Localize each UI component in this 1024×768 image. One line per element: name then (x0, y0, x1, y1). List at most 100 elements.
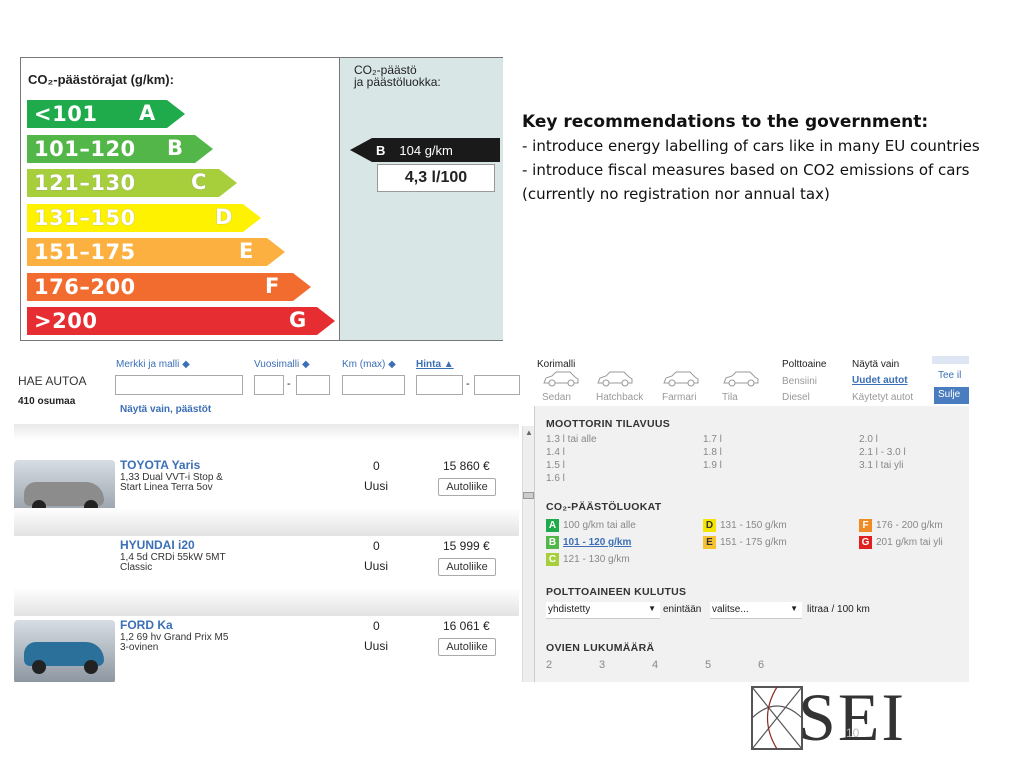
fuel-consumption-title: POLTTOAINEEN KULUTUS (546, 586, 687, 598)
km-max-input[interactable] (342, 375, 405, 395)
dealer-button[interactable]: Autoliike (438, 478, 496, 496)
class-letter: B (167, 135, 184, 160)
show-only-emissions-link[interactable]: Näytä vain, päästöt (120, 404, 211, 415)
body-type-hatchback[interactable]: Hatchback (596, 370, 646, 403)
car-photo[interactable] (14, 620, 115, 682)
list-scrollbar[interactable]: ▲ (522, 426, 534, 682)
co2-class-a[interactable]: A 100 g/km tai alle (546, 519, 636, 532)
fuel-max-label: enintään (663, 604, 702, 615)
fuel-unit: litraa / 100 km (807, 604, 870, 615)
page-number: 10 (846, 726, 860, 740)
price-from-input[interactable] (416, 375, 463, 395)
emission-class-d: 131–150 D (27, 203, 261, 232)
door-option[interactable]: 2 (546, 659, 552, 671)
co2-title: CO₂-PÄÄSTÖLUOKAT (546, 501, 662, 513)
class-letter: D (215, 204, 233, 229)
sort-year[interactable]: Vuosimalli ◆ (254, 359, 310, 370)
engine-option[interactable]: 1.7 l (703, 434, 722, 445)
door-option[interactable]: 5 (705, 659, 711, 671)
door-option[interactable]: 3 (599, 659, 605, 671)
car-search-screenshot: HAE AUTOA 410 osumaa Merkki ja malli ◆ V… (14, 356, 969, 682)
car-condition: Uusi (364, 559, 389, 573)
year-to-input[interactable] (296, 375, 330, 395)
co2-range: 201 g/km tai yli (876, 537, 943, 549)
sort-price[interactable]: Hinta ▲ (416, 359, 454, 370)
co2-class-d[interactable]: D 131 - 150 g/km (703, 519, 787, 532)
energy-label: CO₂-päästörajat (g/km): <101 A 101–120 B 121… (20, 57, 503, 341)
engine-option[interactable]: 1.3 l tai alle (546, 434, 597, 445)
scroll-up-icon[interactable]: ▲ (525, 428, 534, 437)
co2-swatch: G (859, 536, 872, 549)
co2-class-f[interactable]: F 176 - 200 g/km (859, 519, 943, 532)
car-km: 0 (373, 459, 380, 473)
engine-option[interactable]: 1.6 l (546, 473, 565, 484)
car-name[interactable]: HYUNDAI i20 (120, 538, 195, 552)
class-arrow-tip (317, 307, 335, 335)
class-arrow-tip (243, 203, 261, 232)
scroll-thumb[interactable] (523, 492, 534, 499)
co2-class-c[interactable]: C 121 - 130 g/km (546, 553, 630, 566)
make-model-input[interactable] (115, 375, 243, 395)
year-dash: - (287, 378, 291, 390)
class-arrow-tip (195, 134, 213, 163)
car-outline-icon (663, 371, 699, 387)
co2-class-g[interactable]: G 201 g/km tai yli (859, 536, 943, 549)
engine-option[interactable]: 1.8 l (703, 447, 722, 458)
car-name[interactable]: FORD Ka (120, 618, 173, 632)
class-arrow-tip (293, 272, 311, 301)
engine-option[interactable]: 2.1 l - 3.0 l (859, 447, 906, 458)
co2-swatch: B (546, 536, 559, 549)
engine-option[interactable]: 3.1 l tai yli (859, 460, 903, 471)
engine-title: MOOTTORIN TILAVUUS (546, 418, 671, 430)
co2-class-e[interactable]: E 151 - 175 g/km (703, 536, 787, 549)
show-new-cars[interactable]: Uudet autot (852, 375, 908, 386)
close-button[interactable]: Sulje (934, 387, 969, 404)
class-arrow-tip (167, 100, 185, 128)
class-arrow-tip (219, 169, 237, 197)
sort-km[interactable]: Km (max) ◆ (342, 359, 396, 370)
engine-option[interactable]: 1.4 l (546, 447, 565, 458)
row-separator (14, 588, 519, 616)
fuel-petrol[interactable]: Bensiini (782, 376, 817, 387)
car-name[interactable]: TOYOTA Yaris (120, 458, 200, 472)
body-type-sedan[interactable]: Sedan (542, 370, 592, 403)
sort-make[interactable]: Merkki ja malli ◆ (116, 359, 190, 370)
fuel-mode-select[interactable]: yhdistetty ▼ (546, 602, 660, 619)
emission-class-c: 121–130 C (27, 169, 237, 197)
co2-range: 176 - 200 g/km (876, 520, 943, 532)
body-type-tila[interactable]: Tila (722, 370, 772, 403)
engine-option[interactable]: 2.0 l (859, 434, 878, 445)
doors-title: OVIEN LUKUMÄÄRÄ (546, 642, 655, 654)
body-type-label: Korimalli (537, 359, 576, 370)
show-used-cars[interactable]: Käytetyt autot (852, 392, 913, 403)
class-range: 131–150 (34, 205, 136, 230)
co2-range: 101 - 120 g/km (563, 537, 632, 549)
engine-option[interactable]: 1.9 l (703, 460, 722, 471)
co2-class-b[interactable]: B 101 - 120 g/km (546, 536, 631, 549)
door-option[interactable]: 4 (652, 659, 658, 671)
chevron-down-icon: ▼ (790, 604, 798, 613)
fuel-max-select[interactable]: valitse... ▼ (710, 602, 802, 619)
fuel-diesel[interactable]: Diesel (782, 392, 810, 403)
recommendation-1: - introduce energy labelling of cars lik… (522, 137, 980, 155)
tee-button[interactable]: Tee il (938, 370, 961, 381)
car-condition: Uusi (364, 479, 389, 493)
emission-class-e: 151–175 E (27, 238, 285, 266)
car-price: 15 860 € (443, 459, 490, 473)
co2-range: 100 g/km tai alle (563, 520, 636, 532)
dealer-button[interactable]: Autoliike (438, 638, 496, 656)
sei-logo-text: SEI (798, 679, 906, 755)
body-type-farmari[interactable]: Farmari (662, 370, 712, 403)
year-from-input[interactable] (254, 375, 284, 395)
emission-class-g: >200 G (27, 307, 335, 335)
indicator-value: 104 g/km (399, 142, 453, 158)
price-dash: - (466, 378, 470, 390)
car-row[interactable]: FORD Ka 1,2 69 hv Grand Prix M5 3-ovinen 0 U… (14, 616, 519, 682)
sei-logo: SEI 10 (748, 679, 948, 755)
car-price: 16 061 € (443, 619, 490, 633)
door-option[interactable]: 6 (758, 659, 764, 671)
fuel-max-value: valitse... (712, 604, 749, 615)
engine-option[interactable]: 1.5 l (546, 460, 565, 471)
dealer-button[interactable]: Autoliike (438, 558, 496, 576)
price-to-input[interactable] (474, 375, 520, 395)
